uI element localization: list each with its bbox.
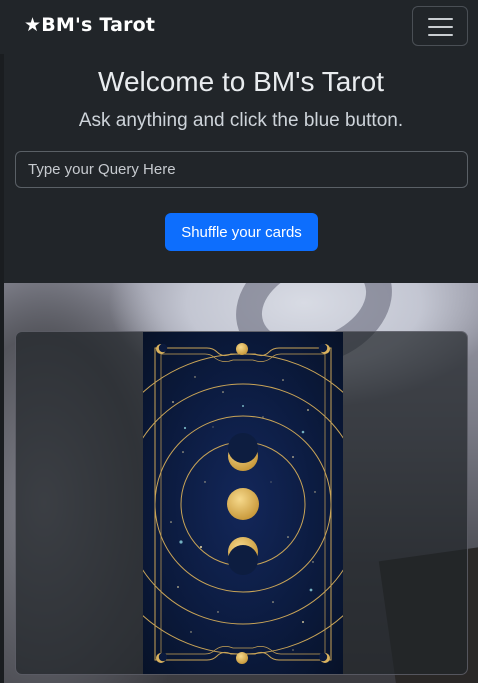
hamburger-menu-icon-bar: [428, 34, 453, 36]
page-subtitle: Ask anything and click the blue button.: [78, 110, 404, 131]
navbar: ★BM's Tarot: [0, 0, 478, 54]
shuffle-cards-button[interactable]: Shuffle your cards: [165, 213, 318, 251]
query-input[interactable]: [15, 151, 468, 188]
navbar-toggle-button[interactable]: [412, 6, 468, 46]
card-panel: [15, 331, 468, 675]
page-title: Welcome to BM's Tarot: [98, 66, 384, 97]
hamburger-menu-icon: [428, 18, 453, 20]
hero-section: Welcome to BM's Tarot Ask anything and c…: [4, 54, 478, 283]
tarot-card-back[interactable]: [143, 332, 343, 675]
brand-link[interactable]: ★BM's Tarot: [24, 14, 155, 36]
hamburger-menu-icon-bar: [428, 26, 453, 28]
moon-phases-icon: [227, 433, 259, 575]
